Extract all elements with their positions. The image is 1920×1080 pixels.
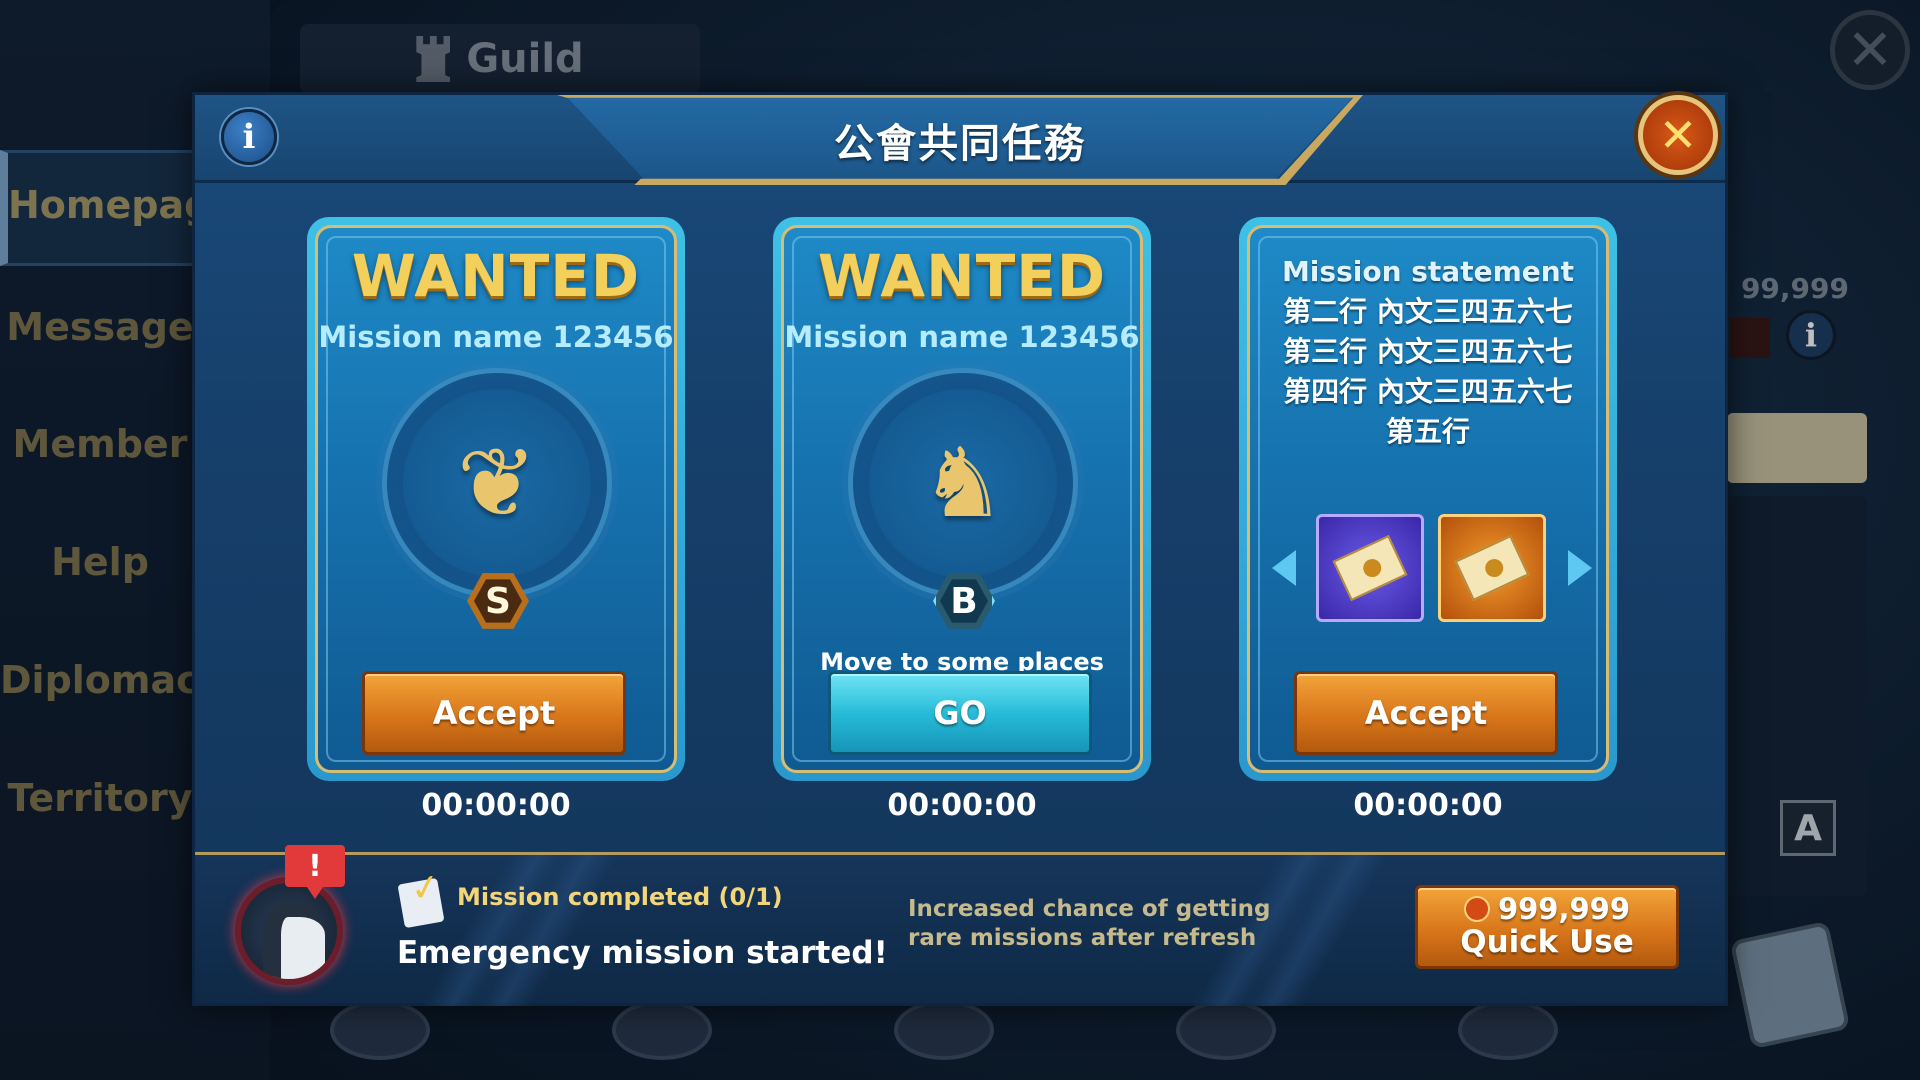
reward-row xyxy=(1250,514,1606,624)
statement-line: Mission statement xyxy=(1281,255,1575,288)
mission-timer: 00:00:00 xyxy=(887,788,1037,823)
reward-letter-gold[interactable] xyxy=(1438,514,1546,622)
dialog-title: 公會共同任務 xyxy=(834,121,1086,167)
accept-button[interactable]: Accept xyxy=(1294,671,1558,755)
rank-label: B xyxy=(940,579,988,623)
quick-use-cost: 999,999 xyxy=(1418,892,1676,926)
statement-line: 第四行 內文三四五六七 xyxy=(1283,375,1573,408)
letter-icon xyxy=(1332,534,1408,602)
mission-emblem-core: ❦ xyxy=(437,423,557,543)
cost-value: 999,999 xyxy=(1497,892,1631,926)
mission-card-2: WANTED Mission name 123456 ♞ B Move to s… xyxy=(773,217,1151,781)
emergency-text: Emergency mission started! xyxy=(397,935,888,971)
penguin-icon xyxy=(263,903,325,979)
rank-label: S xyxy=(474,579,522,623)
mission-card-3: Mission statement 第二行 內文三四五六七 第三行 內文三四五六… xyxy=(1239,217,1617,781)
close-icon[interactable]: ✕ xyxy=(1638,95,1718,175)
statement-line: 第三行 內文三四五六七 xyxy=(1283,335,1573,368)
mission-emblem-core: ♞ xyxy=(903,423,1023,543)
reward-letter-purple[interactable] xyxy=(1316,514,1424,622)
mission-completed-text: Mission completed (0/1) xyxy=(457,883,783,911)
mission-card-body: WANTED Mission name 123456 ❦ S Accept xyxy=(315,225,677,773)
info-icon[interactable]: i xyxy=(221,109,277,165)
mission-card-1: WANTED Mission name 123456 ❦ S Accept xyxy=(307,217,685,781)
scroll-check-icon xyxy=(397,877,445,929)
coin-icon xyxy=(1463,896,1490,922)
harvest-icon: ❦ xyxy=(456,427,538,539)
go-button[interactable]: GO xyxy=(828,671,1092,755)
beast-head-icon: ♞ xyxy=(919,427,1007,539)
alert-badge: ! xyxy=(285,845,345,899)
refresh-hint: Increased chance of getting rare mission… xyxy=(908,896,1271,951)
guild-mission-dialog: 公會共同任務 i ✕ WANTED Mission name 123456 ❦ … xyxy=(192,92,1728,1006)
statement-line: 第二行 內文三四五六七 xyxy=(1283,295,1573,328)
accept-button[interactable]: Accept xyxy=(362,671,626,755)
wanted-heading: WANTED xyxy=(351,242,641,310)
mission-card-body: Mission statement 第二行 內文三四五六七 第三行 內文三四五六… xyxy=(1247,225,1609,773)
statement-line: 第五行 xyxy=(1385,415,1470,448)
mission-timer: 00:00:00 xyxy=(421,788,571,823)
arrow-left-icon[interactable] xyxy=(1272,550,1296,586)
mission-timer: 00:00:00 xyxy=(1353,788,1503,823)
quick-use-button[interactable]: 999,999 Quick Use xyxy=(1415,885,1679,969)
mission-card-body: WANTED Mission name 123456 ♞ B Move to s… xyxy=(781,225,1143,773)
emergency-bar: ! Mission completed (0/1) Emergency miss… xyxy=(195,845,1725,1006)
wanted-heading: WANTED xyxy=(817,242,1107,310)
arrow-right-icon[interactable] xyxy=(1568,550,1592,586)
mission-statement: Mission statement 第二行 內文三四五六七 第三行 內文三四五六… xyxy=(1250,252,1606,452)
avatar[interactable] xyxy=(235,877,343,985)
quick-use-label: Quick Use xyxy=(1460,924,1634,960)
mission-emblem: ❦ xyxy=(382,368,612,598)
mission-emblem: ♞ xyxy=(848,368,1078,598)
letter-icon xyxy=(1454,534,1530,602)
mission-name: Mission name 123456 xyxy=(318,320,674,354)
mission-name: Mission name 123456 xyxy=(784,320,1140,354)
